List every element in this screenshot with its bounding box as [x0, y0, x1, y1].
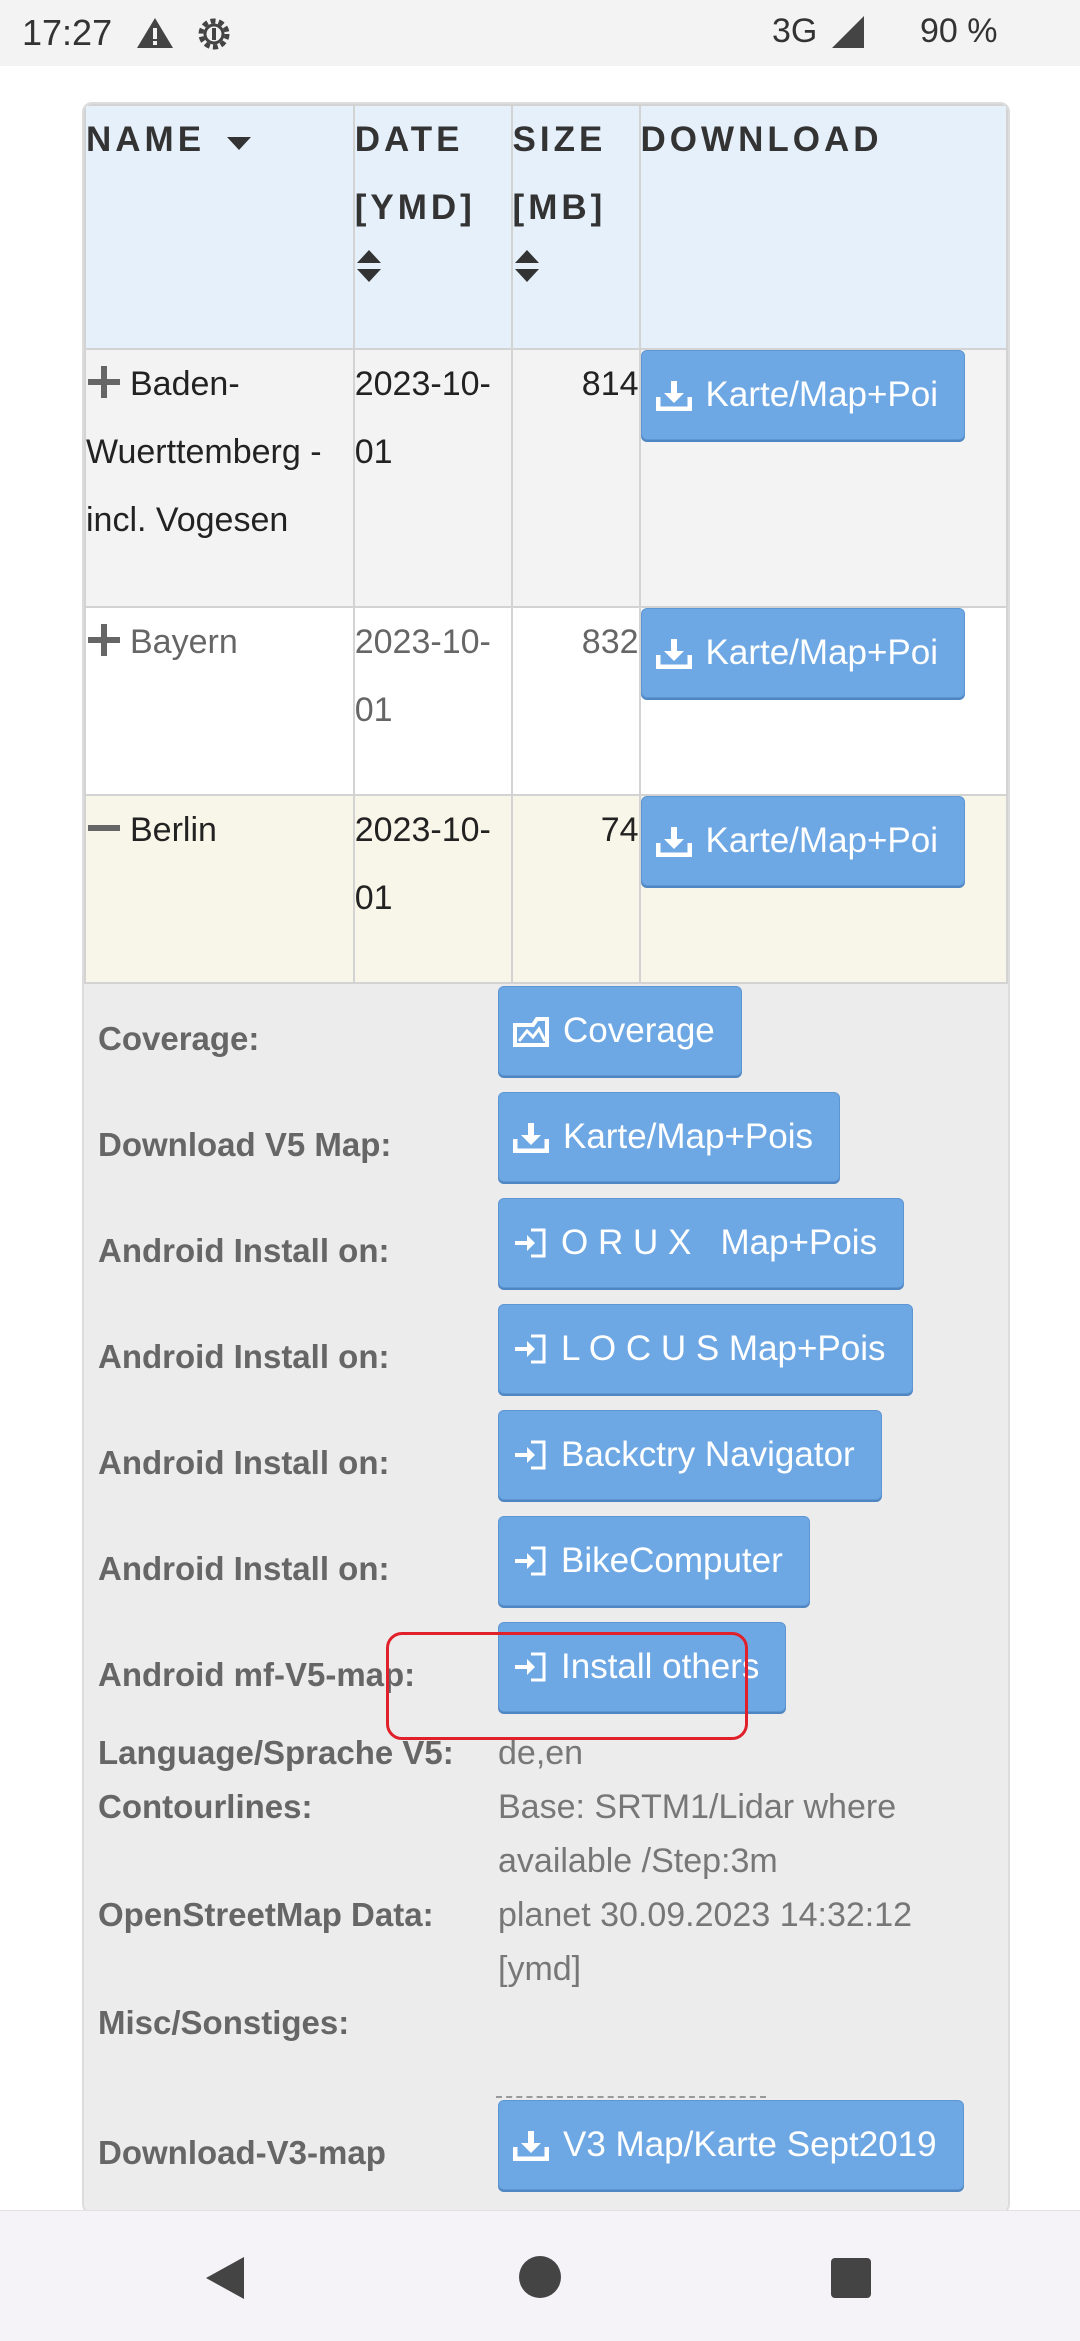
detail-label: Download V5 Map: [98, 1126, 392, 1163]
home-icon[interactable] [518, 2255, 562, 2299]
recents-icon[interactable] [830, 2257, 872, 2299]
coverage-icon [513, 1017, 549, 1047]
region-name: Berlin [130, 811, 217, 849]
detail-label: Android Install on: [98, 1444, 390, 1481]
sign-in-icon [515, 1228, 546, 1258]
region-size: 814 [510, 348, 641, 608]
osm-data-value: planet 30.09.2023 14:32:12 [ymd] [498, 1896, 913, 1988]
locus-install-button[interactable]: L O C U S Map+Pois [498, 1304, 913, 1394]
back-icon[interactable] [204, 2255, 246, 2301]
detail-label: Android Install on: [98, 1338, 390, 1375]
detail-label: OpenStreetMap Data: [98, 1896, 434, 1933]
minus-icon[interactable] [86, 810, 122, 846]
table-row-selected[interactable]: Berlin 2023-10-01 74 Karte/Map+Poi [84, 794, 1008, 984]
bikecomputer-install-button[interactable]: BikeComputer [498, 1516, 810, 1606]
coverage-button[interactable]: Coverage [498, 986, 742, 1076]
sign-in-icon [515, 1334, 546, 1364]
header-download: DOWNLOAD [638, 104, 1008, 350]
download-map-button[interactable]: Karte/Map+Poi [640, 608, 966, 698]
header-date[interactable]: DATE [YMD] [352, 104, 513, 350]
region-date: 2023-10-01 [352, 348, 513, 608]
download-icon [513, 2131, 549, 2161]
detail-label: Download-V3-map [98, 2134, 386, 2171]
sort-down-icon [226, 137, 251, 150]
status-time: 17:27 [22, 12, 113, 53]
region-date: 2023-10-01 [352, 606, 513, 796]
sign-in-icon [515, 1546, 546, 1576]
download-v3-map-button[interactable]: V3 Map/Karte Sept2019 [498, 2100, 964, 2190]
plus-icon[interactable] [86, 364, 122, 400]
detail-label: Contourlines: [98, 1788, 313, 1825]
header-name[interactable]: NAME [84, 104, 355, 350]
language-value: de,en [498, 1734, 584, 1772]
plus-icon[interactable] [86, 622, 122, 658]
gear-icon [198, 18, 230, 50]
download-map-button[interactable]: Karte/Map+Poi [640, 350, 966, 440]
table-row[interactable]: Baden-Wuerttemberg - incl. Vogesen 2023-… [84, 348, 1008, 608]
warning-icon [137, 18, 173, 48]
orux-install-button[interactable]: O R U X Map+Pois [498, 1198, 905, 1288]
install-others-button[interactable]: Install others [498, 1622, 787, 1712]
download-map-button[interactable]: Karte/Map+Poi [640, 796, 966, 886]
region-size: 74 [510, 794, 641, 984]
sign-in-icon [515, 1440, 546, 1470]
table-row[interactable]: Bayern 2023-10-01 832 Karte/Map+Poi [84, 606, 1008, 796]
region-details: Coverage: Coverage Download V5 Map: Kart… [84, 986, 1008, 2212]
divider [496, 2096, 766, 2098]
signal-icon [832, 16, 864, 48]
detail-label: Android mf-V5-map: [98, 1656, 416, 1693]
table-header: NAME DATE [YMD] SIZE [MB] DOWNLOAD [84, 104, 1008, 350]
region-name: Bayern [130, 623, 238, 661]
download-icon [513, 1123, 549, 1153]
contourlines-value: Base: SRTM1/Lidar where available /Step:… [498, 1788, 897, 1880]
sort-icon [514, 250, 539, 282]
network-type: 3G [772, 12, 818, 50]
status-bar: 17:27 3G 90 % [0, 0, 1080, 66]
detail-label: Misc/Sonstiges: [98, 2004, 350, 2041]
backcountry-navigator-button[interactable]: Backctry Navigator [498, 1410, 882, 1500]
battery-level: 90 % [920, 12, 998, 50]
sign-in-icon [515, 1652, 546, 1682]
detail-label: Coverage: [98, 1020, 260, 1057]
detail-label: Android Install on: [98, 1232, 390, 1269]
download-icon [655, 639, 692, 669]
detail-label: Android Install on: [98, 1550, 390, 1587]
download-v5-map-button[interactable]: Karte/Map+Pois [498, 1092, 840, 1182]
download-icon [655, 827, 692, 857]
region-size: 832 [510, 606, 641, 796]
download-icon [655, 381, 692, 411]
navigation-bar [0, 2210, 1080, 2341]
sort-icon [356, 250, 381, 282]
detail-label: Language/Sprache V5: [98, 1734, 454, 1771]
region-date: 2023-10-01 [352, 794, 513, 984]
map-download-table: NAME DATE [YMD] SIZE [MB] DOWNLOAD Baden… [82, 102, 1010, 2214]
header-size[interactable]: SIZE [MB] [510, 104, 641, 350]
